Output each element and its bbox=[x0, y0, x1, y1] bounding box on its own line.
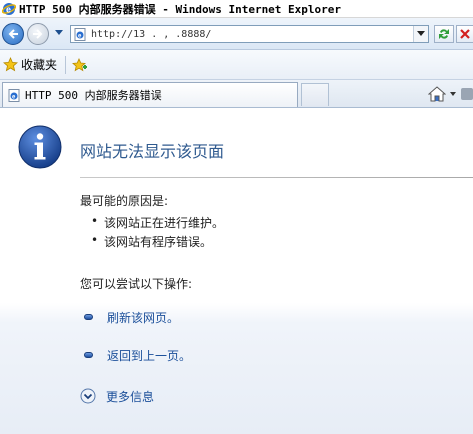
window-title: HTTP 500 内部服务器错误 - Windows Internet Expl… bbox=[19, 2, 342, 16]
tab-label: HTTP 500 内部服务器错误 bbox=[25, 89, 162, 102]
forward-button[interactable] bbox=[27, 23, 49, 45]
home-dropdown-icon[interactable] bbox=[450, 92, 456, 96]
tab-ie-icon: e bbox=[8, 88, 20, 102]
expand-chevron-icon bbox=[80, 388, 96, 404]
cause-text: 该网站有程序错误。 bbox=[104, 235, 213, 249]
svg-text:e: e bbox=[6, 4, 11, 14]
address-bar[interactable]: e http://13 . , .8888/ bbox=[70, 25, 429, 43]
refresh-page-link[interactable]: 刷新该网页。 bbox=[84, 309, 179, 325]
cause-item: • 该网站正在进行维护。 bbox=[91, 214, 225, 231]
tab-bar: e HTTP 500 内部服务器错误 bbox=[0, 80, 473, 108]
back-arrow-icon bbox=[8, 29, 18, 39]
error-page: 网站无法显示该页面 最可能的原因是: • 该网站正在进行维护。 • 该网站有程序… bbox=[0, 108, 473, 434]
stop-icon bbox=[460, 29, 470, 39]
go-back-link[interactable]: 返回到上一页。 bbox=[84, 347, 191, 363]
bullet-icon: • bbox=[91, 214, 99, 228]
feeds-icon[interactable] bbox=[460, 86, 473, 102]
page-ie-icon: e bbox=[74, 27, 86, 41]
address-dropdown-button[interactable] bbox=[413, 26, 428, 42]
internet-explorer-icon: e bbox=[2, 2, 16, 15]
refresh-button[interactable] bbox=[434, 25, 454, 43]
favorites-divider bbox=[65, 55, 67, 74]
recent-pages-dropdown[interactable] bbox=[55, 30, 63, 35]
info-icon bbox=[18, 125, 62, 169]
favorites-button[interactable]: 收藏夹 bbox=[21, 56, 57, 73]
actions-title: 您可以尝试以下操作: bbox=[80, 277, 193, 291]
home-icon[interactable] bbox=[428, 86, 446, 102]
back-button[interactable] bbox=[2, 23, 24, 45]
bullet-icon: • bbox=[91, 233, 99, 247]
cause-item: • 该网站有程序错误。 bbox=[91, 233, 213, 250]
refresh-icon bbox=[439, 29, 449, 39]
favorites-bar: 收藏夹 bbox=[0, 50, 473, 80]
forward-arrow-icon bbox=[33, 29, 43, 39]
causes-title: 最可能的原因是: bbox=[80, 194, 169, 208]
new-tab-button[interactable] bbox=[301, 83, 329, 106]
address-text[interactable]: http://13 . , .8888/ bbox=[91, 29, 211, 40]
go-back-label[interactable]: 返回到上一页。 bbox=[107, 347, 191, 364]
navigation-bar: e http://13 . , .8888/ bbox=[0, 18, 473, 50]
bullet-dot-icon bbox=[84, 352, 93, 358]
heading-divider bbox=[80, 177, 473, 178]
favorites-star-icon bbox=[3, 57, 18, 72]
bullet-dot-icon bbox=[84, 314, 93, 320]
stop-button[interactable] bbox=[456, 25, 473, 43]
chevron-down-icon bbox=[417, 31, 425, 36]
more-info-label[interactable]: 更多信息 bbox=[106, 388, 154, 405]
tab-active[interactable]: e HTTP 500 内部服务器错误 bbox=[2, 82, 298, 107]
add-to-favorites-icon[interactable] bbox=[72, 57, 88, 73]
page-heading: 网站无法显示该页面 bbox=[80, 142, 225, 161]
refresh-page-label[interactable]: 刷新该网页。 bbox=[107, 309, 179, 326]
more-info-toggle[interactable]: 更多信息 bbox=[80, 387, 154, 405]
title-bar: e HTTP 500 内部服务器错误 - Windows Internet Ex… bbox=[0, 0, 473, 18]
cause-text: 该网站正在进行维护。 bbox=[104, 216, 225, 230]
